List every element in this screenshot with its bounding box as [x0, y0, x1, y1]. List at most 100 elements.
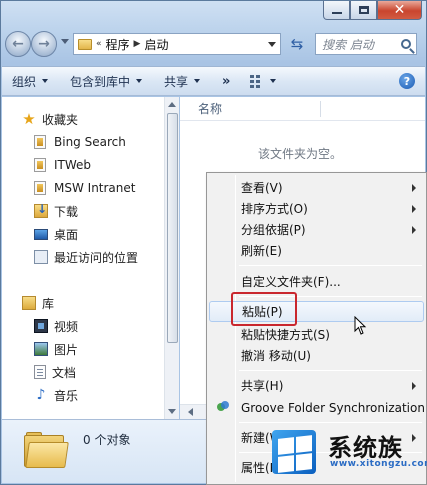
- sidebar-item-music[interactable]: ♪ 音乐: [34, 385, 78, 405]
- menu-item-label: 自定义文件夹(F)...: [241, 275, 341, 289]
- menu-item-label: 共享(H): [241, 379, 284, 393]
- highlight-annotation: [231, 292, 297, 326]
- watermark: 系统族 www.xitongzu.com: [270, 428, 427, 485]
- sidebar-item-label: 最近访问的位置: [54, 250, 139, 265]
- desktop-icon: [34, 228, 48, 240]
- navigation-row: ← → « 程序 ▶ 启动 ⇆ 搜索 启动: [5, 29, 418, 59]
- scroll-down-icon[interactable]: [168, 409, 176, 414]
- downloads-icon: [34, 202, 48, 218]
- sidebar-item-recent-places[interactable]: 最近访问的位置: [34, 247, 138, 267]
- search-icon[interactable]: [401, 39, 411, 49]
- music-icon: ♪: [36, 387, 46, 403]
- sidebar-item-label: 收藏夹: [42, 112, 79, 127]
- menu-item-group-by[interactable]: 分组依据(P): [209, 219, 424, 240]
- menu-item-customize-folder[interactable]: 自定义文件夹(F)...: [209, 271, 424, 292]
- sidebar-item-videos[interactable]: 视频: [34, 316, 78, 336]
- menu-item-sort-by[interactable]: 排序方式(O): [209, 198, 424, 219]
- object-count: 0 个对象: [83, 433, 131, 447]
- minimize-button[interactable]: [323, 1, 350, 20]
- empty-folder-message: 该文件夹为空。: [258, 147, 343, 161]
- pictures-icon: [34, 342, 48, 356]
- scroll-left-icon[interactable]: [188, 408, 193, 416]
- help-button[interactable]: ?: [399, 73, 415, 89]
- close-icon: ✕: [393, 2, 406, 18]
- recent-pages-dropdown[interactable]: [61, 39, 69, 44]
- submenu-arrow-icon: [412, 184, 416, 192]
- menu-separator: [239, 265, 422, 266]
- refresh-button[interactable]: ⇆: [285, 33, 309, 55]
- help-icon: ?: [403, 74, 411, 88]
- navigation-scrollbar[interactable]: [164, 97, 179, 419]
- column-header-name[interactable]: 名称: [198, 100, 222, 117]
- sidebar-item-documents[interactable]: 文档: [34, 362, 76, 382]
- menu-item-undo-move[interactable]: 撤消 移动(U): [209, 345, 424, 366]
- menu-item-paste-shortcut[interactable]: 粘贴快捷方式(S): [209, 324, 424, 345]
- menu-separator: [239, 370, 422, 371]
- sidebar-item-bing-search[interactable]: Bing Search: [34, 132, 126, 152]
- menu-item-groove-sync[interactable]: Groove Folder Synchronization: [209, 397, 425, 418]
- star-icon: ★: [22, 110, 36, 128]
- scrollbar-thumb[interactable]: [167, 113, 178, 343]
- scroll-up-icon[interactable]: [168, 102, 176, 107]
- column-divider[interactable]: [320, 101, 321, 117]
- forward-button[interactable]: →: [31, 31, 57, 57]
- chevron-down-icon: [268, 41, 276, 47]
- search-input[interactable]: 搜索 启动: [315, 33, 417, 55]
- include-in-library-menu[interactable]: 包含到库中: [70, 73, 143, 90]
- refresh-icon: ⇆: [290, 35, 304, 53]
- submenu-arrow-icon: [412, 205, 416, 213]
- address-dropdown-button[interactable]: [264, 34, 280, 54]
- menu-item-label: Groove Folder Synchronization: [241, 400, 425, 415]
- more-commands-button[interactable]: »: [222, 74, 230, 89]
- menu-item-refresh[interactable]: 刷新(E): [209, 240, 424, 261]
- shortcut-icon: [34, 181, 46, 195]
- change-view-button[interactable]: [250, 74, 277, 88]
- menu-item-label: 粘贴快捷方式(S): [241, 328, 330, 342]
- column-header-row: 名称: [180, 97, 425, 121]
- groove-icon: [217, 401, 229, 413]
- sidebar-item-downloads[interactable]: 下载: [34, 201, 78, 221]
- breadcrumb-overflow[interactable]: «: [96, 39, 102, 49]
- back-button[interactable]: ←: [5, 31, 31, 57]
- menu-item-view[interactable]: 查看(V): [209, 177, 424, 198]
- sidebar-item-label: 音乐: [54, 388, 79, 403]
- sidebar-item-desktop[interactable]: 桌面: [34, 224, 78, 244]
- maximize-icon: [358, 6, 369, 14]
- watermark-brand: 系统族: [328, 434, 403, 462]
- include-in-library-label: 包含到库中: [70, 74, 131, 89]
- watermark-url: www.xitongzu.com: [330, 459, 427, 469]
- organize-menu[interactable]: 组织: [12, 73, 49, 90]
- breadcrumb-separator-icon[interactable]: ▶: [134, 39, 141, 49]
- share-menu[interactable]: 共享: [164, 73, 201, 90]
- folder-icon: [78, 38, 92, 50]
- organize-label: 组织: [12, 74, 37, 89]
- sidebar-item-label: 下载: [54, 204, 79, 219]
- windows-logo-icon: [272, 430, 316, 474]
- sidebar-item-libraries[interactable]: 库: [22, 293, 54, 313]
- sidebar-item-itweb[interactable]: ITWeb: [34, 155, 91, 175]
- forward-arrow-icon: →: [38, 36, 50, 52]
- menu-item-label: 排序方式(O): [241, 202, 308, 216]
- address-bar[interactable]: « 程序 ▶ 启动: [73, 33, 281, 55]
- close-button[interactable]: ✕: [377, 1, 422, 20]
- sidebar-item-favorites[interactable]: ★ 收藏夹: [22, 109, 78, 129]
- menu-item-label: 查看(V): [241, 181, 283, 195]
- libraries-icon: [22, 296, 36, 310]
- menu-item-share[interactable]: 共享(H): [209, 375, 424, 396]
- chevron-down-icon: [194, 79, 201, 83]
- breadcrumb-programs[interactable]: 程序: [106, 36, 130, 53]
- sidebar-item-msw-intranet[interactable]: MSW Intranet: [34, 178, 135, 198]
- sidebar-item-label: 文档: [52, 365, 77, 380]
- sidebar-item-pictures[interactable]: 图片: [34, 339, 78, 359]
- sidebar-item-label: 图片: [54, 342, 79, 357]
- search-placeholder: 搜索 启动: [322, 37, 374, 52]
- maximize-button[interactable]: [350, 1, 377, 20]
- menu-item-label: 刷新(E): [241, 244, 282, 258]
- folder-large-icon: [24, 432, 69, 468]
- breadcrumb-startup[interactable]: 启动: [144, 36, 168, 53]
- sidebar-item-label: Bing Search: [54, 135, 126, 149]
- sidebar-item-label: ITWeb: [54, 158, 92, 172]
- chevron-down-icon: [42, 79, 49, 83]
- sidebar-item-label: 桌面: [54, 227, 79, 242]
- chevron-down-icon: [270, 79, 277, 83]
